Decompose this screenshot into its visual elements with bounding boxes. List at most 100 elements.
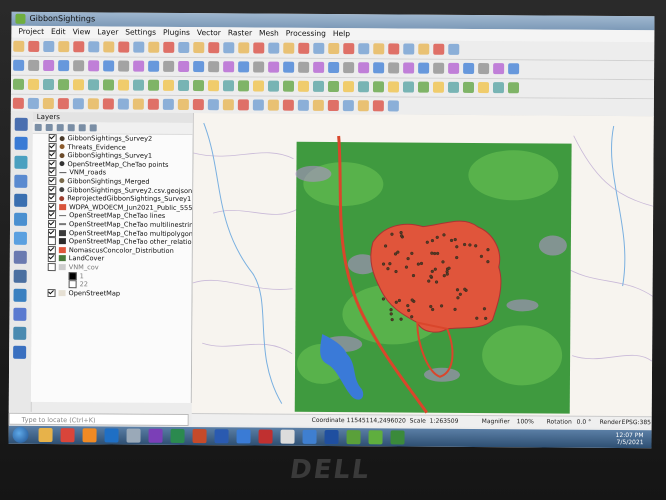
- toolbar-button[interactable]: [327, 99, 339, 112]
- toolbar-button[interactable]: [433, 43, 445, 55]
- layer-visibility-checkbox[interactable]: [48, 202, 57, 211]
- toolbar-button[interactable]: [57, 79, 70, 91]
- toolbar-button[interactable]: [147, 79, 160, 91]
- toolbar-button[interactable]: [208, 42, 220, 54]
- toolbar-button[interactable]: [342, 81, 355, 93]
- toolbar-button[interactable]: [222, 99, 234, 111]
- layer-visibility-checkbox[interactable]: [60, 281, 66, 287]
- toolbar-button[interactable]: [72, 98, 84, 110]
- layer-visibility-checkbox[interactable]: [47, 288, 56, 297]
- toolbar-button[interactable]: [267, 80, 280, 92]
- remove-layer-icon[interactable]: [89, 124, 97, 132]
- toolbar-button[interactable]: [298, 61, 310, 73]
- toolbar-button[interactable]: [253, 61, 265, 73]
- map-canvas[interactable]: [191, 113, 654, 417]
- toolbar-button[interactable]: [222, 80, 235, 92]
- toolbar-button[interactable]: [342, 100, 354, 112]
- layer-visibility-checkbox[interactable]: [48, 194, 57, 203]
- toolbar-button[interactable]: [313, 42, 325, 54]
- menu-item-vector[interactable]: Vector: [197, 27, 221, 39]
- toolbar-button[interactable]: [207, 99, 219, 111]
- chrome-taskbar-icon[interactable]: [60, 428, 75, 443]
- toolbar-button[interactable]: [298, 42, 310, 54]
- toolbar-button[interactable]: [312, 99, 324, 111]
- scale-value[interactable]: 1:263509: [430, 416, 459, 427]
- toolbar-button[interactable]: [42, 97, 54, 110]
- toolbar-button[interactable]: [492, 82, 505, 94]
- toolbar-button[interactable]: [27, 78, 40, 90]
- add-layer-button[interactable]: [14, 136, 28, 150]
- acrobat-taskbar-icon[interactable]: [258, 429, 273, 444]
- toolbar-button[interactable]: [403, 62, 415, 74]
- folder-taskbar-icon[interactable]: [126, 428, 141, 443]
- layer-visibility-checkbox[interactable]: [48, 142, 57, 151]
- app-taskbar-icon[interactable]: [346, 430, 361, 445]
- toolbar-button[interactable]: [192, 80, 205, 92]
- toolbar-button[interactable]: [118, 60, 130, 72]
- toolbar-button[interactable]: [327, 80, 340, 93]
- expand-all-icon[interactable]: [67, 124, 75, 132]
- add-layer-button[interactable]: [13, 288, 27, 302]
- toolbar-button[interactable]: [267, 99, 279, 111]
- toolbar-button[interactable]: [358, 62, 370, 74]
- layer-item[interactable]: OpenStreetMap: [32, 288, 192, 299]
- toolbar-button[interactable]: [297, 99, 309, 111]
- toolbar-button[interactable]: [27, 97, 39, 109]
- toolbar-button[interactable]: [43, 40, 55, 53]
- toolbar-button[interactable]: [478, 63, 490, 75]
- toolbar-button[interactable]: [193, 61, 205, 73]
- toolbar-button[interactable]: [133, 41, 145, 53]
- add-layer-button[interactable]: [14, 174, 28, 188]
- toolbar-button[interactable]: [343, 62, 355, 74]
- toolbar-button[interactable]: [358, 43, 370, 55]
- toolbar-button[interactable]: [297, 80, 310, 92]
- toolbar-button[interactable]: [13, 59, 25, 71]
- toolbar-button[interactable]: [43, 59, 55, 72]
- qgis-taskbar-icon[interactable]: [368, 430, 383, 445]
- explorer-taskbar-icon[interactable]: [38, 427, 53, 443]
- layer-visibility-checkbox[interactable]: [48, 185, 57, 194]
- toolbar-button[interactable]: [433, 62, 445, 74]
- layer-visibility-checkbox[interactable]: [48, 134, 57, 143]
- layer-visibility-checkbox[interactable]: [60, 273, 66, 279]
- add-layer-button[interactable]: [14, 212, 28, 226]
- qgis-2-taskbar-icon[interactable]: [390, 430, 405, 445]
- toolbar-button[interactable]: [313, 61, 325, 73]
- toolbar-button[interactable]: [163, 41, 175, 53]
- toolbar-button[interactable]: [357, 100, 369, 112]
- toolbar-button[interactable]: [102, 79, 115, 91]
- layer-visibility-checkbox[interactable]: [47, 245, 56, 254]
- toolbar-button[interactable]: [328, 61, 340, 74]
- layer-visibility-checkbox[interactable]: [48, 176, 57, 186]
- toolbar-button[interactable]: [418, 43, 430, 55]
- toolbar-button[interactable]: [268, 61, 280, 73]
- virtualbox-taskbar-icon[interactable]: [324, 429, 339, 445]
- toolbar-button[interactable]: [208, 61, 220, 73]
- toolbar-button[interactable]: [42, 78, 55, 91]
- toolbar-button[interactable]: [463, 62, 475, 74]
- toolbar-button[interactable]: [388, 62, 400, 74]
- rotation-value[interactable]: 0.0 °: [577, 417, 592, 428]
- toolbar-button[interactable]: [448, 43, 460, 55]
- toolbar-button[interactable]: [282, 99, 294, 111]
- menu-item-mesh[interactable]: Mesh: [259, 27, 279, 39]
- toolbar-button[interactable]: [117, 79, 130, 91]
- toolbar-button[interactable]: [282, 80, 295, 92]
- toolbar-button[interactable]: [177, 79, 190, 92]
- powerpoint-taskbar-icon[interactable]: [192, 429, 207, 444]
- open-styling-icon[interactable]: [34, 123, 42, 131]
- toolbar-button[interactable]: [133, 60, 145, 72]
- filter-icon[interactable]: [56, 124, 64, 132]
- toolbar-button[interactable]: [238, 42, 250, 54]
- toolbar-button[interactable]: [462, 81, 475, 93]
- toolbar-button[interactable]: [268, 42, 280, 54]
- toolbar-button[interactable]: [177, 98, 189, 111]
- toolbar-button[interactable]: [357, 81, 370, 93]
- toolbar-button[interactable]: [328, 42, 340, 55]
- toolbar-button[interactable]: [372, 81, 385, 93]
- toolbar-button[interactable]: [417, 81, 430, 93]
- media-player-taskbar-icon[interactable]: [148, 428, 163, 443]
- toolbar-button[interactable]: [192, 99, 204, 111]
- menu-item-view[interactable]: View: [73, 26, 91, 38]
- add-layer-button[interactable]: [14, 193, 28, 207]
